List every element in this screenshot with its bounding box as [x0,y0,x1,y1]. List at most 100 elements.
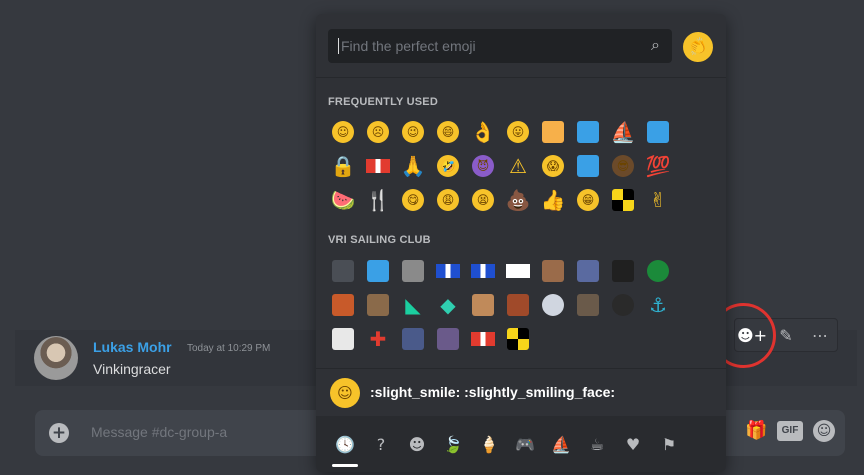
emoji-cell[interactable] [571,115,605,149]
emoji-cell[interactable] [431,254,465,288]
emoji-cell[interactable] [606,183,640,217]
orange-square-emoji-icon [542,121,564,143]
emoji-cell[interactable] [641,254,675,288]
upload-plus-button[interactable]: + [49,423,69,443]
emoji-cell[interactable]: ⚠ [501,149,535,183]
emoji-cell[interactable] [466,254,500,288]
flags-category-icon: ⚑ [661,434,677,454]
emoji-cell[interactable] [641,115,675,149]
emoji-cell[interactable]: 🙏 [396,149,430,183]
more-options-button[interactable]: ⋯ [803,319,837,351]
emoji-cell[interactable] [571,149,605,183]
emoji-cell[interactable]: 😎 [606,149,640,183]
emoji-cell[interactable]: 👍 [536,183,570,217]
edit-pencil-icon: ✎ [779,325,793,345]
emoji-cell[interactable] [466,288,500,322]
emoji-cell[interactable] [536,288,570,322]
emoji-cell[interactable] [606,254,640,288]
emoji-cell[interactable]: 😱 [536,149,570,183]
emoji-picker: Find the perfect emoji ⌕ 👏 FREQUENTLY US… [316,14,726,472]
gif-button[interactable]: GIF [777,421,803,441]
emoji-cell[interactable]: 💩 [501,183,535,217]
emoji-cell[interactable] [431,322,465,356]
category-tab[interactable]: 🍦 [472,427,506,461]
preview-smile-icon: ☺ [330,378,360,408]
emoji-cell[interactable]: 😩 [431,183,465,217]
emoji-cell[interactable] [326,254,360,288]
emoji-cell[interactable] [571,288,605,322]
emoji-cell[interactable]: 😄 [431,115,465,149]
emoji-cell[interactable]: 😫 [466,183,500,217]
emoji-cell[interactable]: ◣ [396,288,430,322]
emoji-cell[interactable]: 🍉 [326,183,360,217]
category-tab[interactable]: ♥ [616,427,650,461]
emoji-cell[interactable] [361,149,395,183]
emoji-cell[interactable]: 🤣 [431,149,465,183]
category-tab[interactable]: 🕓 [328,427,362,461]
message-author[interactable]: Lukas Mohr [93,339,172,355]
message-input[interactable]: Message #dc-group-a [91,424,227,440]
signal-flag-red-stripe-emoji-icon [471,332,495,346]
category-tab[interactable]: ☕ [580,427,614,461]
tired-face-emoji-icon: 😫 [472,189,494,211]
emoji-search-box[interactable]: Find the perfect emoji ⌕ [328,29,672,63]
emoji-cell[interactable]: ☹ [361,115,395,149]
emoji-cell[interactable]: 😛 [501,115,535,149]
emoji-cell[interactable] [396,254,430,288]
club-logo-emoji-icon [577,155,599,177]
emoji-cell[interactable]: ◆ [431,288,465,322]
emoji-cell[interactable]: 😋 [396,183,430,217]
emoji-picker-button[interactable]: ☺ [813,420,835,442]
ok-hand-emoji-icon: 👌 [470,120,496,144]
checkered-flag-emoji-icon [612,189,634,211]
emoji-cell[interactable]: 😉 [396,115,430,149]
emoji-cell[interactable] [326,322,360,356]
emoji-cell[interactable]: 👌 [466,115,500,149]
emoji-cell[interactable]: 😁 [571,183,605,217]
message-timestamp: Today at 10:29 PM [187,343,271,354]
new-zealand-flag-emoji-icon [612,260,634,282]
emoji-cell[interactable] [396,322,430,356]
emoji-cell[interactable] [361,254,395,288]
clapping-hands-icon[interactable]: 👏 [678,27,718,67]
category-tab[interactable]: 🎮 [508,427,542,461]
emoji-cell[interactable]: 😈 [466,149,500,183]
emoji-cell[interactable] [501,322,535,356]
emoji-cell[interactable] [571,254,605,288]
sunglasses-man-emoji-icon: 😎 [612,155,634,177]
emoji-cell[interactable]: 🍴 [361,183,395,217]
weary-emoji-icon: 😩 [437,189,459,211]
warning-emoji-icon: ⚠ [509,154,527,178]
emoji-cell[interactable] [536,254,570,288]
objects-category-icon: ☕ [589,434,605,454]
category-tab[interactable]: ⚑ [652,427,686,461]
category-tab[interactable]: ? [364,427,398,461]
world-map-emoji-icon [647,121,669,143]
checkered-flag-emoji-icon [507,328,529,350]
member-photo-6-emoji-icon [367,294,389,316]
striped-flag-emoji-icon [332,328,354,350]
emoji-cell[interactable]: 💯 [641,149,675,183]
category-tab[interactable]: ⛵ [544,427,578,461]
emoji-cell[interactable]: ✚ [361,322,395,356]
emoji-cell[interactable]: ✌ [641,183,675,217]
emoji-cell[interactable]: ☺ [326,115,360,149]
avatar[interactable] [34,336,78,380]
emoji-cell[interactable] [536,115,570,149]
custom-category-icon: ? [376,434,386,454]
emoji-cell[interactable]: ⚓ [641,288,675,322]
emoji-cell[interactable] [326,288,360,322]
emoji-cell[interactable] [501,288,535,322]
emoji-cell[interactable] [501,254,535,288]
emoji-cell[interactable] [361,288,395,322]
emoji-cell[interactable] [466,322,500,356]
gift-icon[interactable]: 🎁 [745,420,767,442]
poop-emoji-icon: 💩 [505,188,531,212]
emoji-search-input[interactable]: Find the perfect emoji [338,38,476,54]
member-photo-11-emoji-icon [437,328,459,350]
category-tab[interactable]: 🍃 [436,427,470,461]
category-tab[interactable]: ☻ [400,427,434,461]
emoji-cell[interactable] [606,288,640,322]
emoji-cell[interactable]: ⛵ [606,115,640,149]
emoji-cell[interactable]: 🔒 [326,149,360,183]
